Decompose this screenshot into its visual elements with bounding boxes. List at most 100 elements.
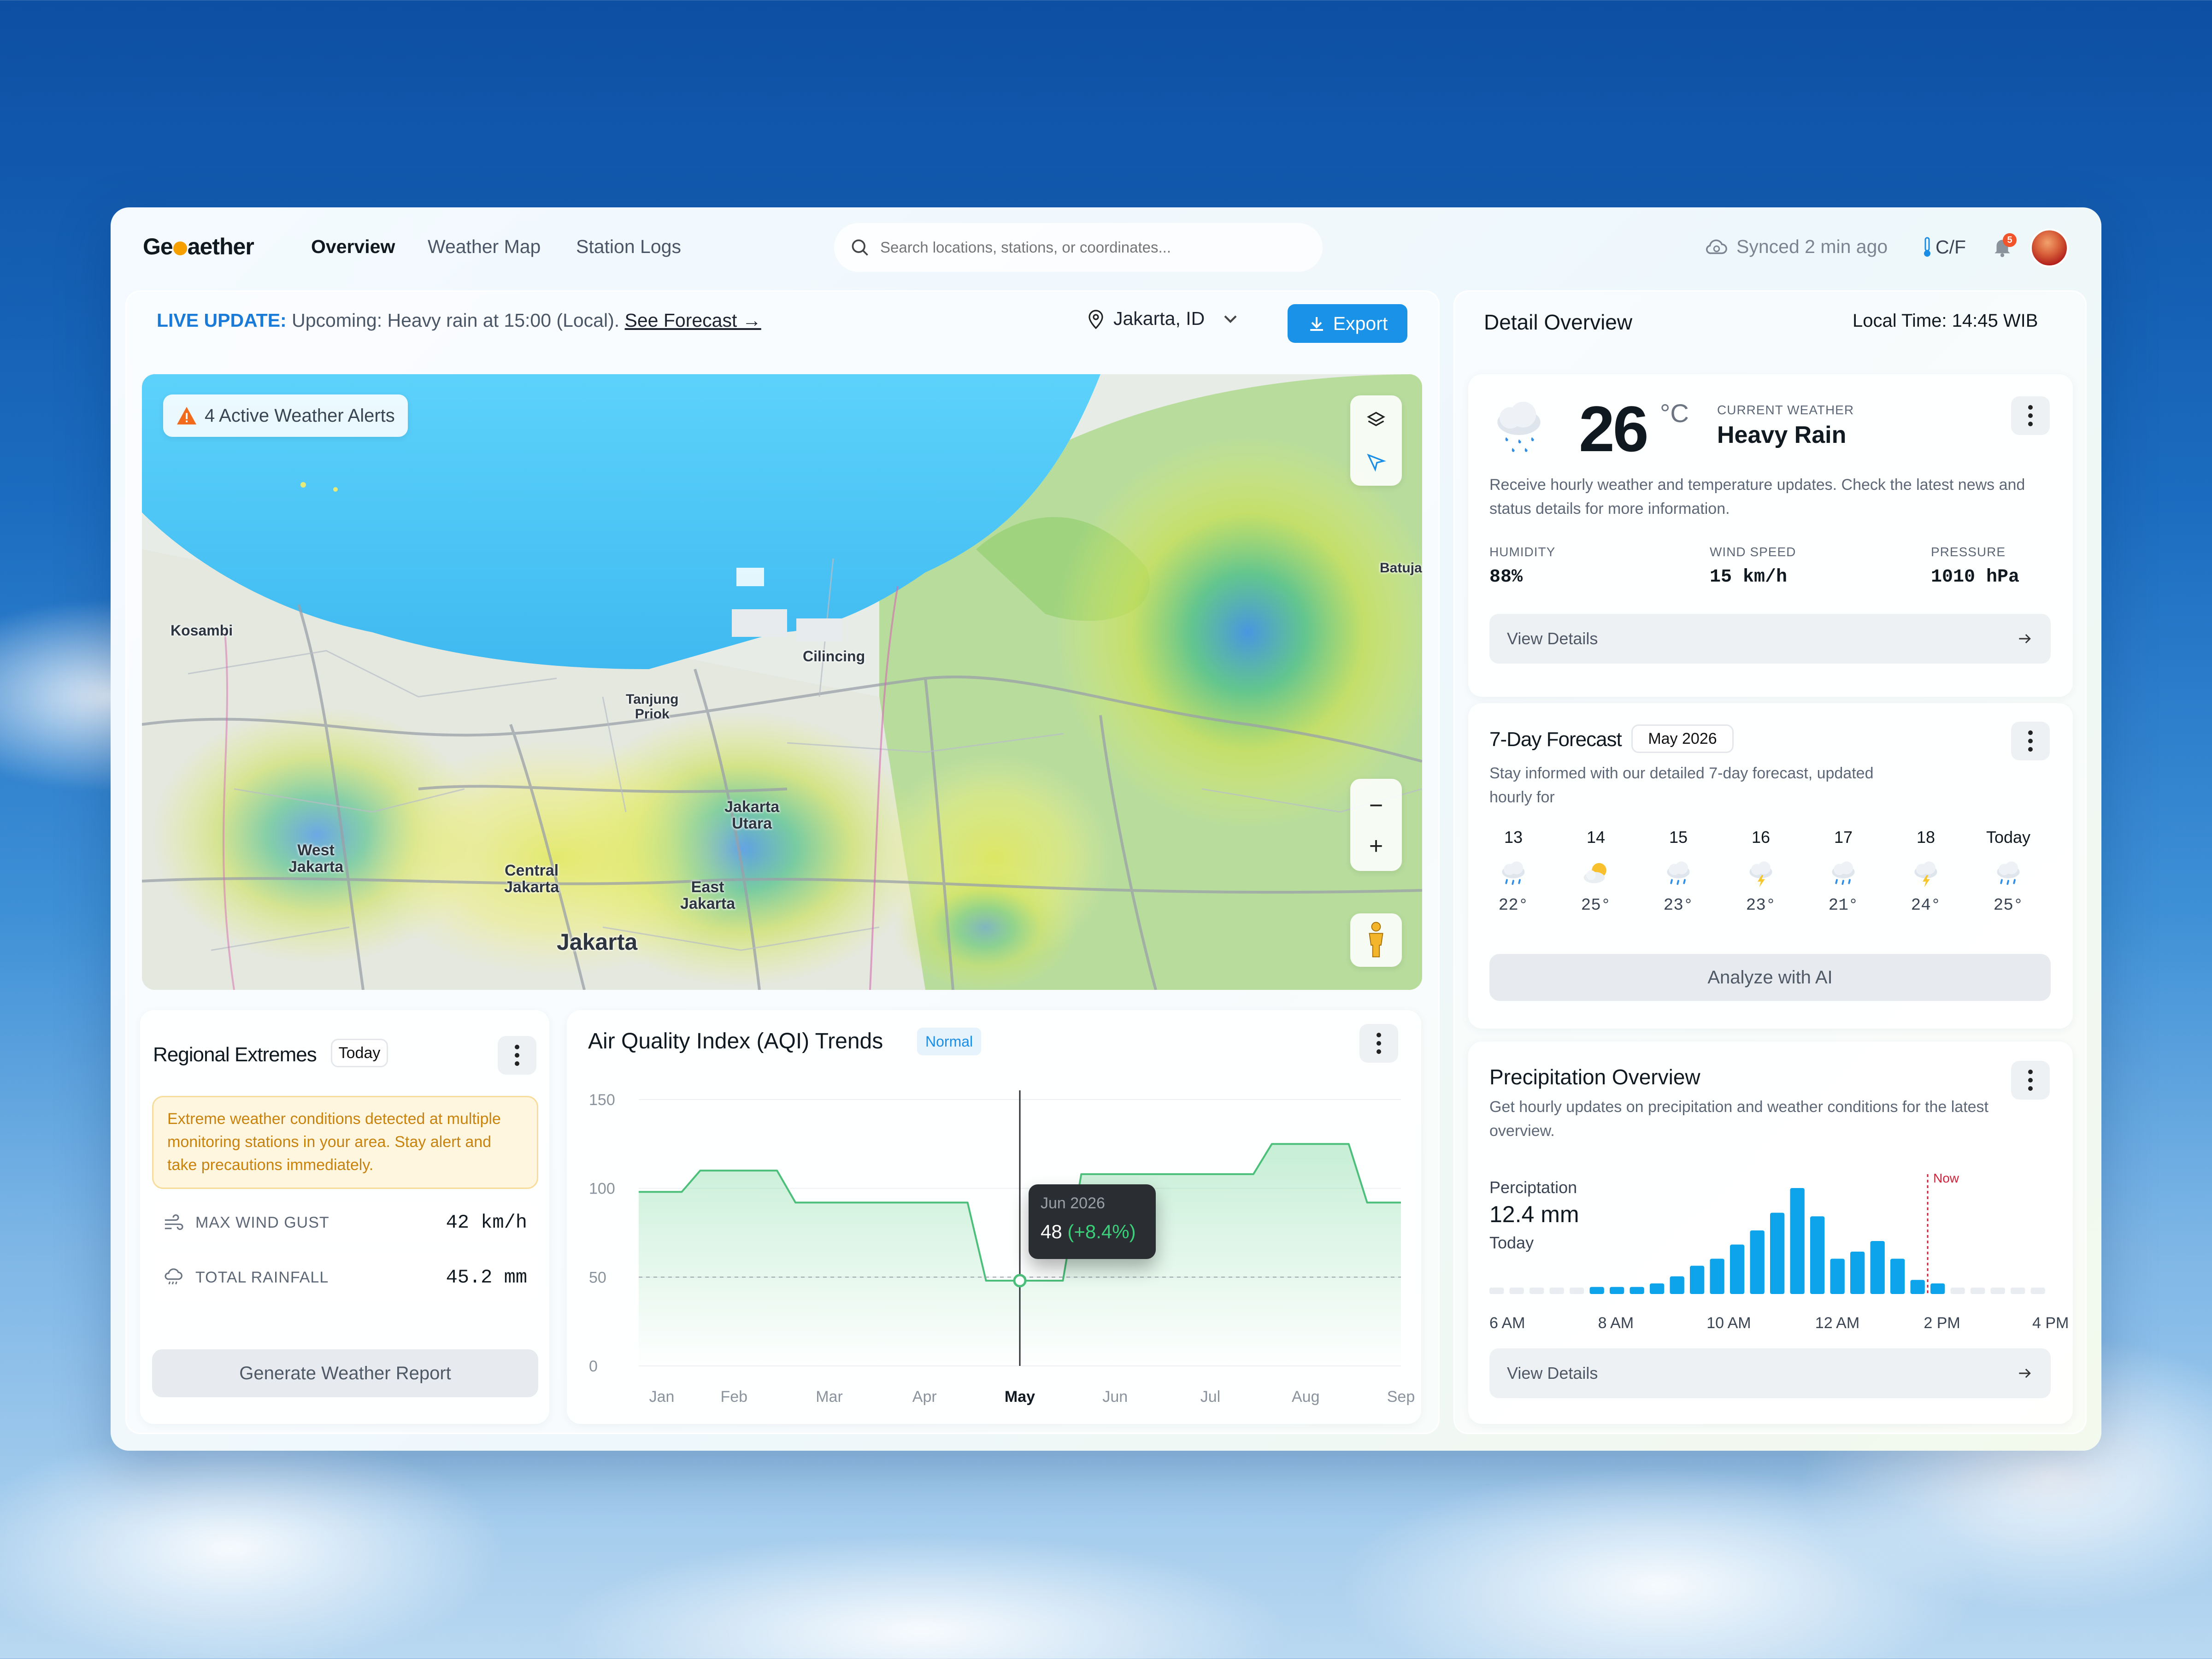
see-forecast-link[interactable]: See Forecast → <box>625 310 761 331</box>
avatar[interactable] <box>2030 229 2069 267</box>
forecast-menu-button[interactable] <box>2011 722 2050 760</box>
precip-view-details-button[interactable]: View Details <box>1489 1348 2051 1398</box>
precip-bar <box>1870 1241 1885 1294</box>
precip-bar <box>1770 1212 1785 1294</box>
aqi-x-tick: Apr <box>912 1388 937 1406</box>
live-update-message: Upcoming: Heavy rain at 15:00 (Local). <box>292 310 620 331</box>
regional-extremes-badge[interactable]: Today <box>331 1039 388 1067</box>
forecast-day[interactable]: 15 23° <box>1646 828 1711 915</box>
precip-now-label: Now <box>1933 1171 1959 1185</box>
forecast-day[interactable]: 18 24° <box>1894 828 1958 915</box>
detail-overview-title: Detail Overview <box>1484 310 1633 334</box>
search-input[interactable] <box>880 239 1295 256</box>
map-layer-controls <box>1350 395 1402 486</box>
map-label-west-jakarta: West Jakarta <box>288 841 344 876</box>
precip-view-details-label: View Details <box>1507 1364 1598 1382</box>
chevron-down-icon <box>1224 315 1237 323</box>
active-alerts-chip[interactable]: 4 Active Weather Alerts <box>163 394 408 437</box>
nav-overview[interactable]: Overview <box>311 236 395 258</box>
forecast-day-temp: 23° <box>1746 896 1776 915</box>
nav-weather-map[interactable]: Weather Map <box>428 236 541 258</box>
precip-bar <box>1830 1259 1845 1294</box>
aqi-y-tick: 100 <box>589 1180 615 1198</box>
live-update-label: LIVE UPDATE: <box>157 310 287 331</box>
current-temperature: 26 <box>1579 393 1649 465</box>
forecast-day-label: 18 <box>1916 828 1936 847</box>
local-time: Local Time: 14:45 WIB <box>1853 311 2038 331</box>
current-weather-label: CURRENT WEATHER <box>1717 403 1854 417</box>
partly-sunny-icon <box>1583 863 1606 883</box>
total-rainfall-value: 45.2 mm <box>446 1266 527 1288</box>
navigate-arrow-icon[interactable] <box>1366 453 1386 473</box>
precip-x-tick: 12 AM <box>1815 1314 1859 1332</box>
weather-map[interactable]: Kosambi Cilincing Tanjung Priok West Jak… <box>142 374 1422 990</box>
generate-weather-report-button[interactable]: Generate Weather Report <box>152 1349 538 1397</box>
forecast-month-badge[interactable]: May 2026 <box>1631 724 1734 753</box>
notifications-button[interactable]: 5 <box>1991 233 2017 260</box>
aqi-x-tick: May <box>1005 1388 1035 1406</box>
aqi-chart[interactable]: 0 50 100 150 Jan Feb Mar Apr May Jun Jul Aug Sep <box>567 1010 1421 1424</box>
aqi-tooltip: Jun 2026 48 (+8.4%) <box>1029 1184 1156 1259</box>
map-label-batuja: Batuja <box>1380 560 1422 576</box>
current-view-details-button[interactable]: View Details <box>1489 614 2051 664</box>
notification-badge: 5 <box>2003 233 2017 247</box>
precip-x-tick: 6 AM <box>1489 1314 1525 1332</box>
forecast-day-label: 14 <box>1586 828 1606 847</box>
logo-dot-icon <box>173 241 187 255</box>
forecast-day-label: 13 <box>1504 828 1523 847</box>
forecast-day[interactable]: 14 25° <box>1564 828 1628 915</box>
live-update-banner: LIVE UPDATE: Upcoming: Heavy rain at 15:… <box>157 310 761 331</box>
precip-bar <box>1690 1265 1705 1294</box>
precip-bar <box>1630 1287 1644 1294</box>
logo-text-end: aether <box>187 234 254 259</box>
forecast-day[interactable]: 13 22° <box>1481 828 1546 915</box>
precip-bar <box>1730 1244 1745 1294</box>
precip-bar <box>2011 1288 2025 1294</box>
logo[interactable]: Ge aether <box>143 233 254 260</box>
precip-bar <box>1570 1288 1584 1294</box>
aqi-x-tick: Mar <box>816 1388 843 1406</box>
humidity-value: 88% <box>1489 567 1523 588</box>
location-select[interactable]: Jakarta, ID <box>1088 308 1239 329</box>
unit-toggle[interactable]: C/F <box>1922 236 1966 258</box>
download-icon <box>1310 317 1323 331</box>
forecast-day-label: Today <box>1986 828 2031 847</box>
sync-status: Synced 2 min ago <box>1705 236 1888 258</box>
aqi-y-tick: 0 <box>589 1358 598 1375</box>
wind-icon <box>165 1214 183 1230</box>
search-icon <box>852 239 868 256</box>
thunder-icon <box>1749 861 1772 888</box>
nav-station-logs[interactable]: Station Logs <box>576 236 681 258</box>
aqi-x-tick: Aug <box>1292 1388 1320 1406</box>
pressure-label: PRESSURE <box>1931 545 2006 559</box>
aqi-y-tick: 50 <box>589 1269 606 1286</box>
current-weather-menu-button[interactable] <box>2011 396 2050 435</box>
regional-extremes-menu-button[interactable] <box>498 1036 536 1075</box>
humidity-label: HUMIDITY <box>1489 545 1556 559</box>
zoom-in-button[interactable]: + <box>1350 827 1402 865</box>
precip-bar <box>1509 1288 1524 1294</box>
precipitation-card: Precipitation Overview Get hourly update… <box>1468 1041 2073 1424</box>
aqi-highlight-point[interactable] <box>1013 1274 1027 1288</box>
export-button-label: Export <box>1333 312 1388 334</box>
precip-bar <box>1930 1283 1945 1294</box>
arrow-right-icon <box>2019 1368 2031 1378</box>
aqi-x-tick: Sep <box>1387 1388 1415 1406</box>
export-button[interactable]: Export <box>1288 304 1407 343</box>
analyze-with-ai-button[interactable]: Analyze with AI <box>1489 954 2051 1001</box>
forecast-day[interactable]: 16 23° <box>1729 828 1793 915</box>
map-label-cilincing: Cilincing <box>803 648 865 665</box>
forecast-day[interactable]: 17 21° <box>1811 828 1876 915</box>
forecast-description: Stay informed with our detailed 7-day fo… <box>1489 765 1874 806</box>
precip-bar <box>1489 1288 1504 1294</box>
stat-row-max-wind-gust: MAX WIND GUST 42 km/h <box>152 1202 538 1243</box>
layers-icon[interactable] <box>1366 410 1386 430</box>
street-view-button[interactable] <box>1350 913 1402 967</box>
search-bar[interactable] <box>834 223 1323 272</box>
extreme-weather-warning: Extreme weather conditions detected at m… <box>152 1096 538 1189</box>
zoom-out-button[interactable]: − <box>1350 786 1402 825</box>
forecast-day[interactable]: Today 25° <box>1976 828 2041 915</box>
current-view-details-label: View Details <box>1507 629 1598 648</box>
map-label-kosambi: Kosambi <box>171 622 233 639</box>
precip-bar <box>1910 1280 1925 1294</box>
